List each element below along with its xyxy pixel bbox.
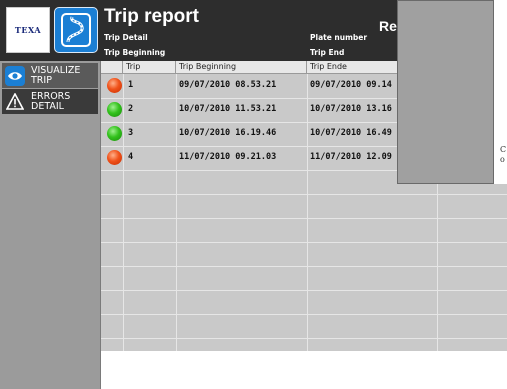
status-green-icon (107, 102, 122, 117)
side-text-line: C (500, 145, 507, 154)
texa-logo: TEXA (6, 7, 50, 53)
grid-line (101, 266, 507, 267)
trip-beginning: 11/07/2010 09.21.03 (179, 152, 277, 162)
grid-line (101, 290, 507, 291)
trip-end: 10/07/2010 13.16 (310, 104, 392, 114)
bottom-blank-area (101, 351, 507, 389)
report-subtitle: Re (379, 18, 397, 34)
sidebar-item-label: VISUALIZE TRIP (31, 64, 81, 86)
sidebar: TEXA VISUALIZE TRIP ERRORS DETAIL (0, 0, 101, 389)
trip-end: 09/07/2010 09.14 (310, 80, 392, 90)
status-green-icon (107, 126, 122, 141)
side-text-line: o (500, 155, 505, 164)
trip-number: 1 (128, 80, 134, 90)
trip-detail-label: Trip Detail (104, 33, 148, 42)
grid-line (101, 218, 507, 219)
sidebar-item-label: ERRORS DETAIL (31, 90, 71, 112)
plate-number-label: Plate number (310, 33, 368, 42)
sidebar-item-errors-detail[interactable]: ERRORS DETAIL (2, 89, 98, 114)
trip-beginning: 09/07/2010 08.53.21 (179, 80, 277, 90)
trip-end: 11/07/2010 12.09 (310, 152, 392, 162)
page-title: Trip report (104, 6, 200, 27)
grid-line (101, 338, 507, 339)
trip-number: 2 (128, 104, 134, 114)
column-header-status[interactable] (101, 61, 123, 74)
trip-beginning-label: Trip Beginning (104, 48, 166, 57)
trip-beginning: 10/07/2010 16.19.46 (179, 128, 277, 138)
brand-bar: TEXA (0, 0, 101, 61)
trip-number: 3 (128, 128, 134, 138)
grid-line (101, 314, 507, 315)
warning-icon (5, 92, 25, 112)
road-route-icon (54, 7, 98, 53)
eye-icon (5, 65, 25, 86)
status-red-icon (107, 78, 122, 93)
status-red-icon (107, 150, 122, 165)
column-header-trip-beginning[interactable]: Trip Beginning (176, 61, 307, 74)
overlay-panel[interactable] (397, 0, 494, 184)
trip-beginning: 10/07/2010 11.53.21 (179, 104, 277, 114)
trip-end-label: Trip End (310, 48, 345, 57)
column-header-trip[interactable]: Trip (123, 61, 176, 74)
trip-end: 10/07/2010 16.49 (310, 128, 392, 138)
sidebar-item-visualize-trip[interactable]: VISUALIZE TRIP (2, 63, 98, 88)
trip-number: 4 (128, 152, 134, 162)
grid-line (101, 194, 507, 195)
grid-line (101, 242, 507, 243)
